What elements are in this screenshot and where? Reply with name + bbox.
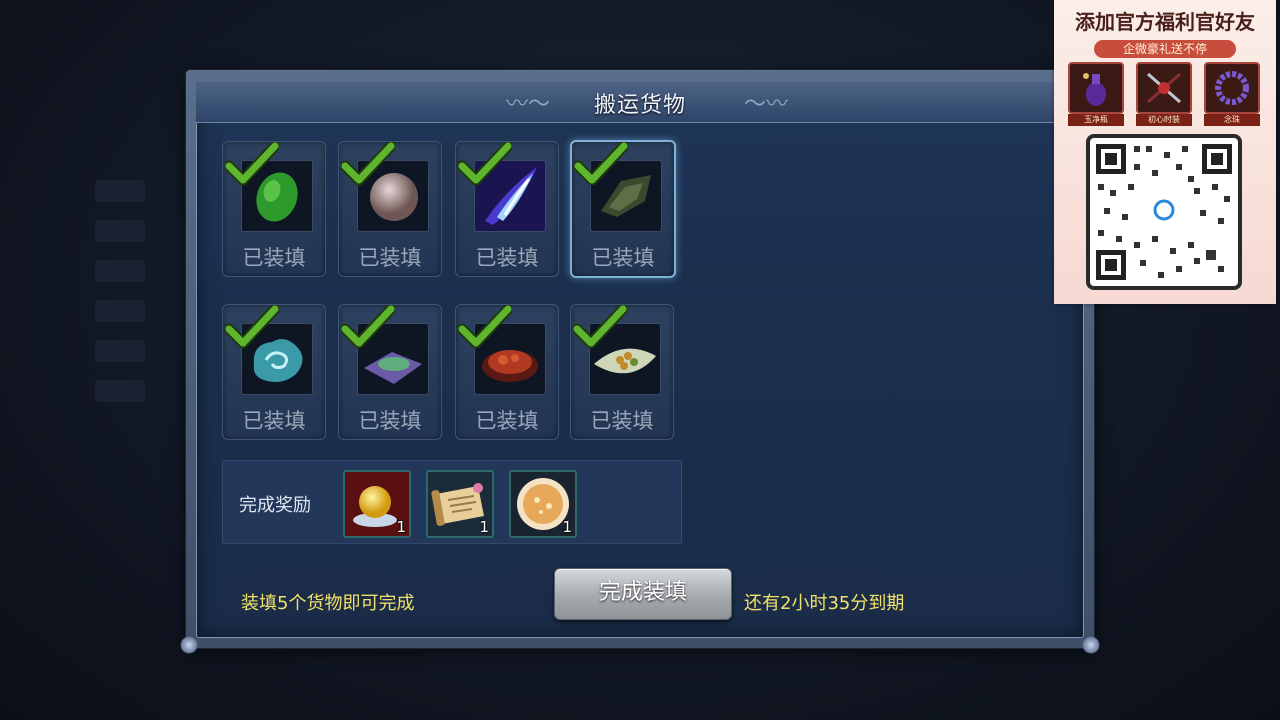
reward-item[interactable]: 1 — [509, 470, 577, 538]
promo-prize-name: 念珠 — [1204, 114, 1260, 126]
cargo-slot[interactable]: 已装填 — [455, 304, 559, 440]
check-icon — [225, 142, 279, 186]
promo-prize-name: 玉净瓶 — [1068, 114, 1124, 126]
complete-loading-button[interactable]: 完成装填 — [554, 568, 732, 620]
slot-status: 已装填 — [591, 246, 655, 270]
background-menu-item — [95, 260, 145, 282]
check-icon — [574, 142, 628, 186]
corner-ornament-icon — [180, 636, 198, 654]
promo-overlay[interactable]: 添加官方福利官好友 企微豪礼送不停 玉净瓶 初心时装 念珠 — [1054, 0, 1276, 304]
promo-title: 添加官方福利官好友 — [1075, 10, 1255, 34]
check-icon — [458, 142, 512, 186]
completion-hint: 装填5个货物即可完成 — [241, 593, 415, 614]
check-icon — [341, 142, 395, 186]
prayer-beads-icon — [1204, 62, 1260, 114]
cargo-slot[interactable]: 已装填 — [570, 140, 676, 278]
reward-item[interactable]: 1 — [343, 470, 411, 538]
cargo-slot[interactable]: 已装填 — [338, 304, 442, 440]
check-icon — [225, 305, 279, 349]
cargo-slot[interactable]: 已装填 — [338, 141, 442, 277]
background-menu-item — [95, 180, 145, 202]
cargo-slot[interactable]: 已装填 — [222, 141, 326, 277]
check-icon — [341, 305, 395, 349]
reward-count: 1 — [396, 518, 406, 536]
reward-label: 完成奖励 — [239, 495, 311, 516]
slot-status: 已装填 — [242, 409, 306, 433]
corner-ornament-icon — [1082, 636, 1100, 654]
background-menu-item — [95, 220, 145, 242]
cargo-slot[interactable]: 已装填 — [570, 304, 674, 440]
promo-prize: 玉净瓶 — [1068, 62, 1124, 126]
dialog-title-bar: 〰〜 〜〰 搬运货物 — [196, 82, 1084, 123]
vase-icon — [1068, 62, 1124, 114]
costume-icon — [1136, 62, 1192, 114]
slot-status: 已装填 — [475, 246, 539, 270]
background-menu-item — [95, 340, 145, 362]
slot-status: 已装填 — [358, 246, 422, 270]
dialog-title: 搬运货物 — [593, 93, 686, 118]
slot-status: 已装填 — [590, 409, 654, 433]
reward-count: 1 — [479, 518, 489, 536]
promo-subtitle: 企微豪礼送不停 — [1094, 40, 1236, 58]
background-menu-item — [95, 380, 145, 402]
check-icon — [458, 305, 512, 349]
check-icon — [573, 305, 627, 349]
cargo-slot[interactable]: 已装填 — [455, 141, 559, 277]
reward-item[interactable]: 1 — [426, 470, 494, 538]
expiry-timer: 还有2小时35分到期 — [744, 593, 905, 614]
slot-status: 已装填 — [475, 409, 539, 433]
promo-prize: 初心时装 — [1136, 62, 1192, 126]
cargo-slot[interactable]: 已装填 — [222, 304, 326, 440]
background-menu-item — [95, 300, 145, 322]
slot-status: 已装填 — [358, 409, 422, 433]
reward-count: 1 — [562, 518, 572, 536]
promo-prize: 念珠 — [1204, 62, 1260, 126]
slot-status: 已装填 — [242, 246, 306, 270]
reward-panel: 完成奖励 1 1 1 — [222, 460, 682, 544]
qr-code-icon[interactable] — [1086, 134, 1242, 290]
promo-prize-name: 初心时装 — [1136, 114, 1192, 126]
